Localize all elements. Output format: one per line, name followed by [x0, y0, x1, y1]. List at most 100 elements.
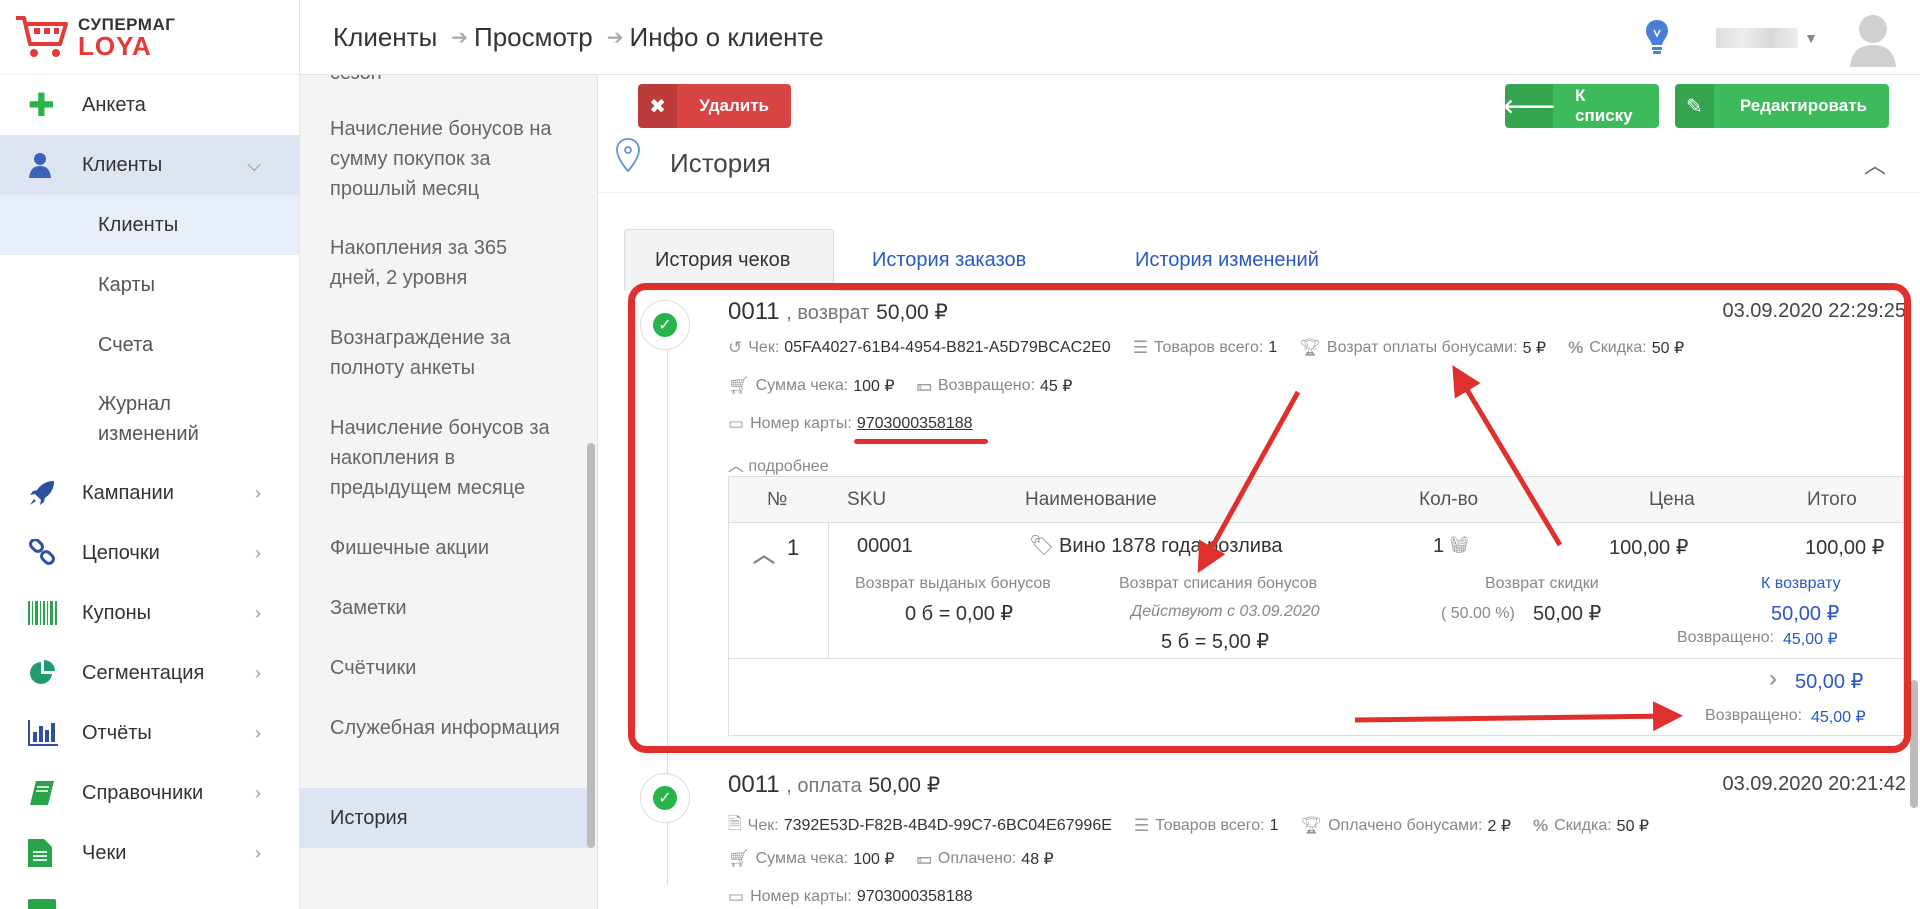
footer-returned-label: Возвращено: — [1705, 707, 1803, 724]
section-item-reward-profile[interactable]: Вознаграждение за полноту анкеты — [300, 323, 590, 383]
table-header: № SKU Наименование Кол-во Цена Итого — [729, 477, 1903, 523]
meta-returned: 💵︎ Возвращено: 45 ₽ — [917, 376, 1073, 396]
section-item-partial[interactable]: сезон — [300, 75, 410, 88]
sidebar-subitem-cards[interactable]: Карты — [0, 255, 299, 315]
sidebar-item-anketa[interactable]: ✚ Анкета — [0, 75, 299, 135]
meta-label: Товаров всего: — [1155, 816, 1265, 834]
toolbar: ✖ Удалить 🡐 К списку ✎ Редактировать — [598, 75, 1920, 135]
history-section-header[interactable]: История ︿ — [598, 135, 1920, 193]
user-icon — [28, 151, 62, 179]
rocket-icon — [28, 479, 62, 507]
sidebar-item-segmentation[interactable]: Сегментация › — [0, 643, 299, 703]
delete-button[interactable]: ✖ Удалить — [638, 84, 791, 128]
map-pin-icon — [616, 138, 640, 173]
sidebar-subitem-journal[interactable]: Журнал изменений — [0, 375, 299, 463]
journal-label: Журнал изменений — [98, 393, 199, 445]
cart-icon: 🛒︎ — [728, 376, 750, 395]
check-id: 05FA4027-61B4-4954-B821-A5D79BCAC2E0 — [784, 339, 1111, 356]
col-num: № — [767, 489, 788, 510]
meta-discount: % Скидка: 50 ₽ — [1568, 338, 1684, 358]
col-total: Итого — [1807, 489, 1857, 510]
arrow-right-icon: ➔ — [606, 26, 624, 49]
more-toggle[interactable]: ︿ подробнее — [728, 452, 829, 476]
chevron-down-icon: ⌵ — [247, 154, 261, 175]
sidebar-item-reports[interactable]: Отчёты › — [0, 703, 299, 763]
header-right: ▼ — [1644, 0, 1920, 75]
sidebar-subitem-clients[interactable]: Клиенты — [0, 195, 299, 255]
chevron-right-icon: › — [255, 722, 261, 743]
section-item-notes[interactable]: Заметки — [300, 593, 590, 623]
section-item-accum-365[interactable]: Накопления за 365 дней, 2 уровня — [300, 233, 590, 293]
sidebar-item-campaigns[interactable]: Кампании › — [0, 463, 299, 523]
caret-down-icon[interactable]: ▼ — [1804, 30, 1818, 46]
meta-discount: % Скидка: 50 ₽ — [1533, 816, 1649, 836]
arrow-right-icon: ➔ — [451, 26, 469, 49]
sidebar-subitem-accounts[interactable]: Счета — [0, 315, 299, 375]
check-icon: ✓ — [653, 313, 677, 337]
receipt-number: 0011 — [728, 771, 780, 798]
chevron-up-icon[interactable]: ︿ — [753, 537, 775, 569]
main-scrollbar[interactable] — [1910, 680, 1918, 808]
receipt-meta-row1: 🗎 Чек: 7392E53D-F82B-4B4D-99C7-6BC04E67996… — [728, 811, 1671, 840]
footer-returned-value: 45,00 ₽ — [1811, 709, 1866, 726]
tab-receipts-history[interactable]: История чеков — [624, 229, 834, 291]
section-item-bonus-month[interactable]: Начисление бонусов на сумму покупок за п… — [300, 114, 590, 204]
sidebar: СУПЕРМАГ LOYA ✚ Анкета Клиенты ⌵ Клиенты… — [0, 0, 300, 909]
to-list-label: К списку — [1575, 86, 1633, 125]
user-name-blurred[interactable] — [1716, 27, 1799, 48]
ret-spent-value: 5 б = 5,00 ₽ — [1161, 631, 1270, 653]
meta-goods: ☰ Товаров всего: 1 — [1133, 338, 1278, 358]
tab-orders-history[interactable]: История заказов — [842, 229, 1056, 291]
chevron-right-icon[interactable]: › — [1769, 665, 1777, 693]
sidebar-item-clients[interactable]: Клиенты ⌵ — [0, 135, 299, 195]
receipt-date: 03.09.2020 20:21:42 — [1722, 773, 1906, 795]
history-tabs: История чеков История заказов История из… — [624, 229, 1890, 291]
file-icon: 🗎 — [728, 814, 742, 833]
pie-icon — [28, 659, 62, 687]
meta-label: Оплачено: — [937, 850, 1017, 867]
section-item-history[interactable]: История — [300, 788, 590, 848]
receipt-title: 0011 , оплата 50,00 ₽ — [728, 771, 940, 799]
sum-value: 100 ₽ — [853, 851, 895, 868]
row-num-cell[interactable]: ︿ 1 — [729, 523, 829, 659]
chevron-right-icon: › — [255, 542, 261, 563]
meta-label: Номер карты: — [750, 415, 852, 432]
sidebar-item-coupons[interactable]: Купоны › — [0, 583, 299, 643]
chevron-up-icon[interactable]: ︿ — [1864, 148, 1886, 180]
list-icon: ☰ — [1133, 815, 1150, 835]
breadcrumb-clients[interactable]: Клиенты — [333, 22, 437, 53]
sidebar-next-item-partial — [28, 899, 56, 909]
section-item-service-info[interactable]: Служебная информация — [300, 713, 590, 743]
to-return-label: К возврату — [1761, 575, 1841, 592]
tab-changes-history[interactable]: История изменений — [1105, 229, 1349, 291]
section-item-bonus-accum[interactable]: Начисление бонусов за накопления в преды… — [300, 413, 590, 503]
meta-label: Сумма чека: — [755, 850, 849, 867]
row-price: 100,00 ₽ — [1609, 537, 1689, 559]
lightbulb-icon[interactable] — [1644, 18, 1670, 58]
avatar[interactable] — [1848, 9, 1898, 67]
logo[interactable]: СУПЕРМАГ LOYA — [0, 0, 299, 75]
meta-label: Скидка: — [1589, 339, 1647, 356]
trophy-icon: 🏆︎ — [1300, 815, 1323, 835]
card-number[interactable]: 9703000358188 — [857, 888, 973, 906]
chevron-right-icon: › — [255, 602, 261, 623]
section-item-counters[interactable]: Счётчики — [300, 653, 590, 683]
sidebar-item-chains[interactable]: Цепочки › — [0, 523, 299, 583]
cart-icon: 🛒︎ — [728, 849, 750, 868]
card-number[interactable]: 9703000358188 — [857, 415, 973, 433]
section-menu-scrollbar[interactable] — [587, 443, 595, 848]
sidebar-item-directories[interactable]: Справочники › — [0, 763, 299, 823]
money-icon: 💵︎ — [916, 849, 932, 868]
logo-bottom: LOYA — [78, 30, 152, 61]
sum-value: 100 ₽ — [853, 378, 895, 395]
breadcrumb-view[interactable]: Просмотр — [474, 22, 593, 53]
sidebar-item-receipts[interactable]: Чеки › — [0, 823, 299, 883]
row-total: 100,00 ₽ — [1805, 537, 1885, 559]
section-item-chip-promos[interactable]: Фишечные акции — [300, 533, 590, 563]
edit-button[interactable]: ✎ Редактировать — [1675, 84, 1889, 128]
delete-label: Удалить — [699, 96, 769, 115]
to-list-button[interactable]: 🡐 К списку — [1505, 84, 1659, 128]
receipt-meta-row3: ▭ Номер карты: 9703000358188 — [728, 887, 995, 907]
chevron-right-icon: › — [255, 782, 261, 803]
receipt-op: , оплата — [786, 775, 862, 797]
